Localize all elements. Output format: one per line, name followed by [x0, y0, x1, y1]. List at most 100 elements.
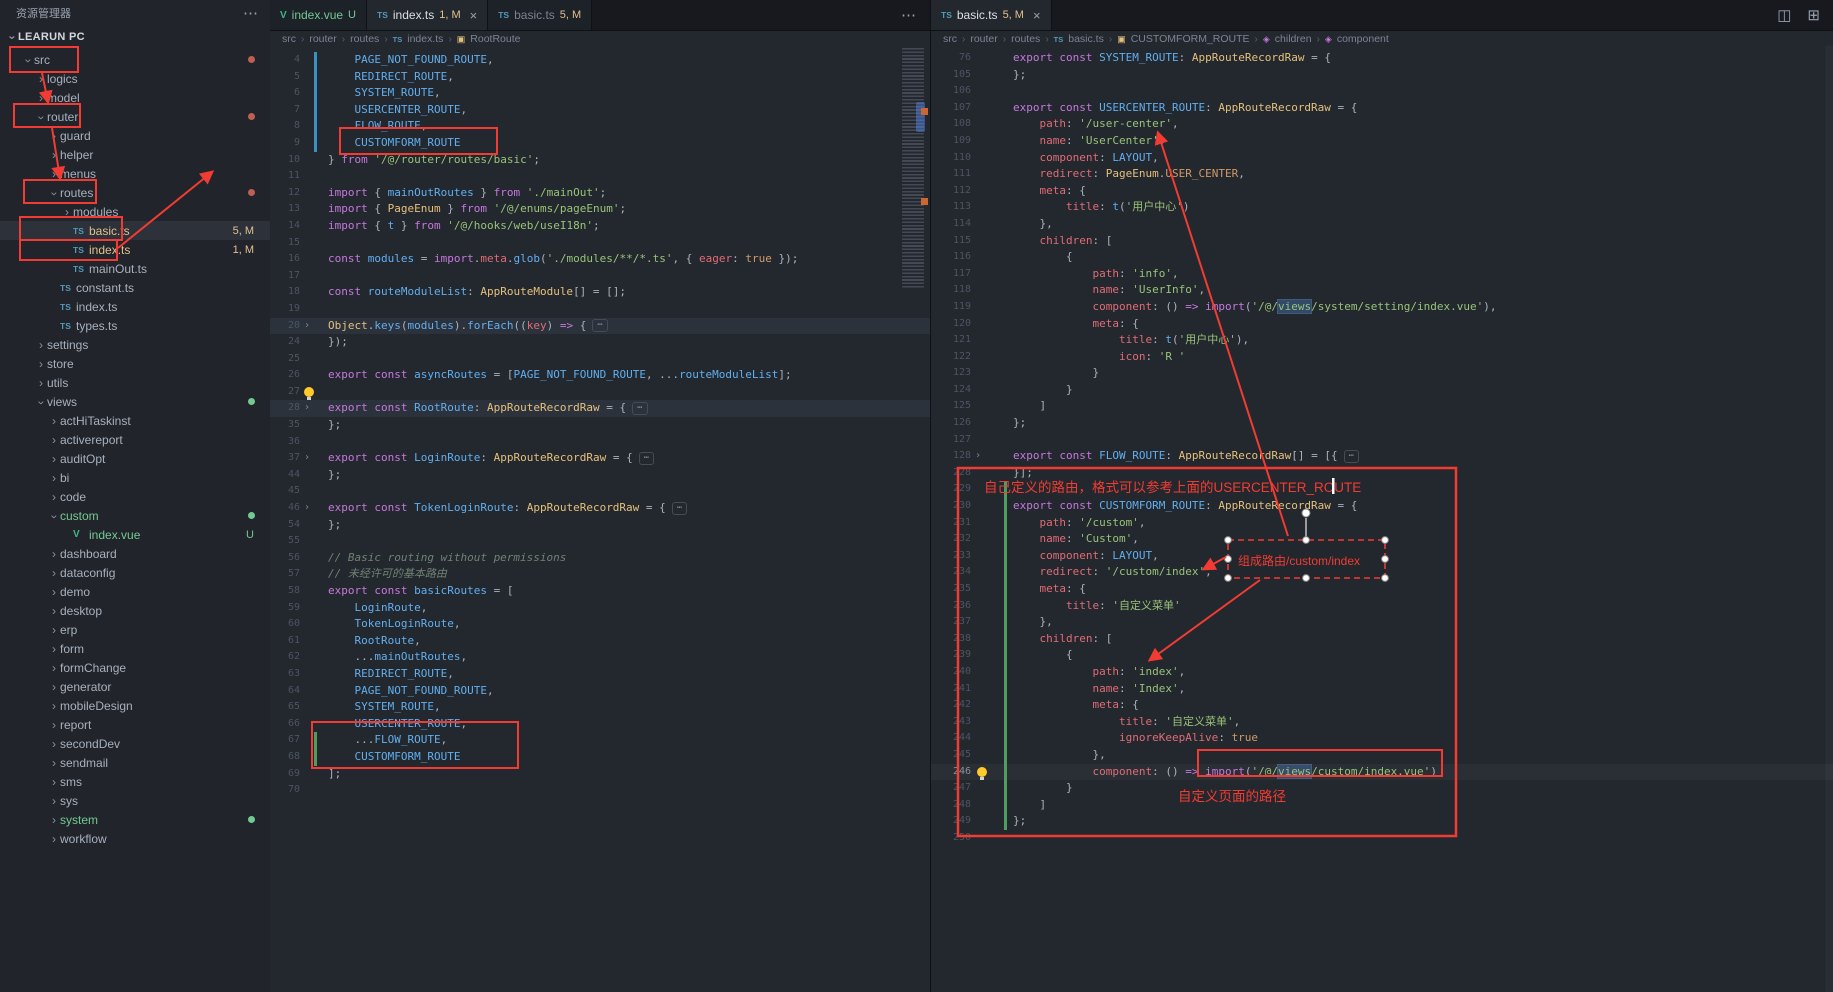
code-line[interactable]: 13import { PageEnum } from '/@/enums/pag… [270, 201, 930, 218]
tab-index.vue[interactable]: Vindex.vueU [270, 0, 367, 30]
code-line[interactable]: 24}); [270, 334, 930, 351]
code-line[interactable]: 109 name: 'UserCenter', [931, 133, 1833, 150]
tree-item-sys[interactable]: ›sys [0, 791, 270, 810]
code-line[interactable]: 66 USERCENTER_ROUTE, [270, 716, 930, 733]
code-line[interactable]: 60 TokenLoginRoute, [270, 616, 930, 633]
code-line[interactable]: 243 title: '自定义菜单', [931, 714, 1833, 731]
code-line[interactable]: 46›export const TokenLoginRoute: AppRout… [270, 500, 930, 517]
code-line[interactable]: 241 name: 'Index', [931, 681, 1833, 698]
tree-item-helper[interactable]: ›helper [0, 145, 270, 164]
code-line[interactable]: 56// Basic routing without permissions [270, 550, 930, 567]
tree-item-sendmail[interactable]: ›sendmail [0, 753, 270, 772]
code-line[interactable]: 59 LoginRoute, [270, 600, 930, 617]
breadcrumb-item[interactable]: router [309, 33, 336, 45]
code-line[interactable]: 8 FLOW_ROUTE, [270, 118, 930, 135]
code-line[interactable]: 248 ] [931, 797, 1833, 814]
explorer-more-icon[interactable]: ⋯ [243, 4, 258, 22]
code-line[interactable]: 238 children: [ [931, 631, 1833, 648]
tree-item-activereport[interactable]: ›activereport [0, 430, 270, 449]
code-line[interactable]: 15 [270, 235, 930, 252]
code-line[interactable]: 76export const SYSTEM_ROUTE: AppRouteRec… [931, 50, 1833, 67]
code-line[interactable]: 231 path: '/custom', [931, 515, 1833, 532]
code-line[interactable]: 105}; [931, 67, 1833, 84]
code-line[interactable]: 25 [270, 351, 930, 368]
code-line[interactable]: 113 title: t('用户中心') [931, 199, 1833, 216]
code-line[interactable]: 250 [931, 830, 1833, 847]
code-line[interactable]: 55 [270, 533, 930, 550]
lightbulb-icon[interactable] [977, 767, 987, 777]
code-line[interactable]: 27 [270, 384, 930, 401]
code-line[interactable]: 126}; [931, 415, 1833, 432]
code-line[interactable]: 234 redirect: '/custom/index', [931, 564, 1833, 581]
code-line[interactable]: 45 [270, 483, 930, 500]
editor-action-icon-0[interactable]: ◫ [1777, 6, 1791, 24]
code-line[interactable]: 16const modules = import.meta.glob('./mo… [270, 251, 930, 268]
code-line[interactable]: 37›export const LoginRoute: AppRouteReco… [270, 450, 930, 467]
breadcrumb-item[interactable]: index.ts [407, 33, 443, 45]
code-line[interactable]: 115 children: [ [931, 233, 1833, 250]
code-line[interactable]: 10} from '/@/router/routes/basic'; [270, 152, 930, 169]
breadcrumb-item[interactable]: router [970, 33, 997, 45]
tree-item-basic.ts[interactable]: TSbasic.ts5, M [0, 221, 270, 240]
code-line[interactable]: 106 [931, 83, 1833, 100]
code-line[interactable]: 108 path: '/user-center', [931, 116, 1833, 133]
code-line[interactable]: 237 }, [931, 614, 1833, 631]
code-line[interactable]: 233 component: LAYOUT, [931, 548, 1833, 565]
tree-item-model[interactable]: ›model [0, 88, 270, 107]
code-line[interactable]: 247 } [931, 780, 1833, 797]
code-line[interactable]: 5 REDIRECT_ROUTE, [270, 69, 930, 86]
tree-item-menus[interactable]: ›menus [0, 164, 270, 183]
tree-item-types.ts[interactable]: TStypes.ts [0, 316, 270, 335]
code-line[interactable]: 68 CUSTOMFORM_ROUTE [270, 749, 930, 766]
code-line[interactable]: 246 component: () => import('/@/views/cu… [931, 764, 1833, 781]
code-line[interactable]: 245 }, [931, 747, 1833, 764]
code-line[interactable]: 107export const USERCENTER_ROUTE: AppRou… [931, 100, 1833, 117]
code-line[interactable]: 35}; [270, 417, 930, 434]
code-line[interactable]: 124 } [931, 382, 1833, 399]
code-line[interactable]: 36 [270, 434, 930, 451]
code-line[interactable]: 117 path: 'info', [931, 266, 1833, 283]
code-line[interactable]: 6 SYSTEM_ROUTE, [270, 85, 930, 102]
breadcrumb-item[interactable]: children [1275, 33, 1312, 45]
code-line[interactable]: 114 }, [931, 216, 1833, 233]
code-editor-basic-ts[interactable]: 76export const SYSTEM_ROUTE: AppRouteRec… [931, 46, 1833, 992]
scrollbar[interactable] [1825, 46, 1833, 992]
tree-item-custom[interactable]: ›custom [0, 506, 270, 525]
code-line[interactable]: 125 ] [931, 398, 1833, 415]
fold-collapsed-icon[interactable]: › [300, 450, 314, 467]
breadcrumb-item[interactable]: src [282, 33, 296, 45]
code-line[interactable]: 69]; [270, 766, 930, 783]
tree-item-form[interactable]: ›form [0, 639, 270, 658]
close-icon[interactable]: × [1033, 8, 1041, 23]
code-line[interactable]: 14import { t } from '/@/hooks/web/useI18… [270, 218, 930, 235]
tree-item-settings[interactable]: ›settings [0, 335, 270, 354]
fold-collapsed-icon[interactable]: › [300, 318, 314, 335]
tree-item-views[interactable]: ›views [0, 392, 270, 411]
breadcrumb-item[interactable]: basic.ts [1068, 33, 1104, 45]
code-line[interactable]: 58export const basicRoutes = [ [270, 583, 930, 600]
code-line[interactable]: 128›export const FLOW_ROUTE: AppRouteRec… [931, 448, 1833, 465]
code-line[interactable]: 232 name: 'Custom', [931, 531, 1833, 548]
code-line[interactable]: 127 [931, 432, 1833, 449]
code-line[interactable]: 116 { [931, 249, 1833, 266]
tree-item-bi[interactable]: ›bi [0, 468, 270, 487]
code-line[interactable]: 17 [270, 268, 930, 285]
code-line[interactable]: 54}; [270, 517, 930, 534]
code-line[interactable]: 26export const asyncRoutes = [PAGE_NOT_F… [270, 367, 930, 384]
code-line[interactable]: 7 USERCENTER_ROUTE, [270, 102, 930, 119]
tree-item-generator[interactable]: ›generator [0, 677, 270, 696]
code-line[interactable]: 63 REDIRECT_ROUTE, [270, 666, 930, 683]
code-line[interactable]: 240 path: 'index', [931, 664, 1833, 681]
tree-item-erp[interactable]: ›erp [0, 620, 270, 639]
lightbulb-icon[interactable] [304, 387, 314, 397]
tree-item-logics[interactable]: ›logics [0, 69, 270, 88]
breadcrumb-item[interactable]: routes [1011, 33, 1040, 45]
tree-item-index.vue[interactable]: Vindex.vueU [0, 525, 270, 544]
editor-action-icon-1[interactable]: ⊞ [1807, 6, 1820, 24]
tree-item-system[interactable]: ›system [0, 810, 270, 829]
tree-item-modules[interactable]: ›modules [0, 202, 270, 221]
tree-item-src[interactable]: ›src [0, 50, 270, 69]
breadcrumb-item[interactable]: RootRoute [470, 33, 520, 45]
tree-item-index.ts[interactable]: TSindex.ts1, M [0, 240, 270, 259]
tree-item-mainOut.ts[interactable]: TSmainOut.ts [0, 259, 270, 278]
